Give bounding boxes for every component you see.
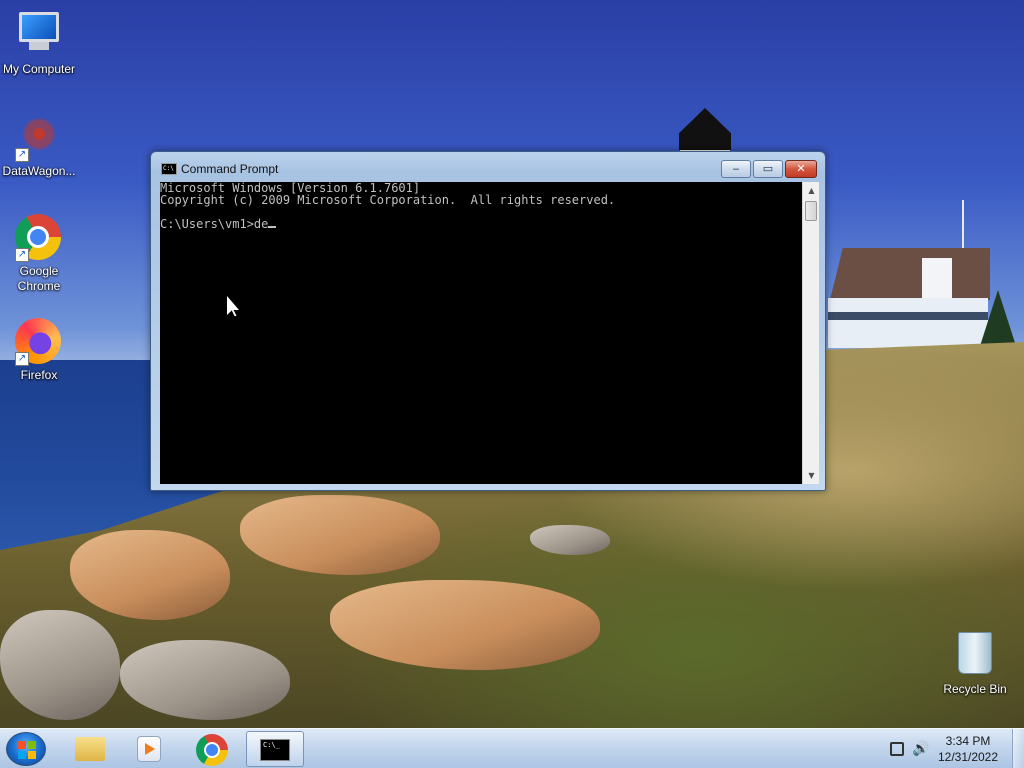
windows-logo-icon — [18, 741, 36, 759]
desktop[interactable]: My Computer ↗ DataWagon... ↗ Google Chro… — [0, 0, 1024, 728]
wallpaper-house-dormer — [922, 258, 952, 298]
desktop-icon-label: DataWagon... — [2, 164, 76, 178]
show-desktop-button[interactable] — [1012, 729, 1024, 768]
shortcut-arrow-icon: ↗ — [15, 248, 29, 262]
vertical-scrollbar[interactable]: ▲ ▼ — [802, 182, 819, 484]
command-prompt-icon: C:\_ — [260, 739, 290, 761]
clock-date: 12/31/2022 — [937, 750, 999, 764]
taskbar-button-media-player[interactable] — [120, 731, 178, 767]
wallpaper-house — [828, 298, 988, 348]
scroll-down-icon[interactable]: ▼ — [803, 467, 820, 484]
datawagon-icon: ↗ — [15, 114, 63, 162]
clock-time: 3:34 PM — [945, 734, 991, 748]
taskbar-button-command-prompt[interactable]: C:\_ — [246, 731, 304, 767]
firefox-icon: ↗ — [15, 318, 63, 366]
start-button[interactable] — [6, 732, 46, 766]
console-line: Copyright (c) 2009 Microsoft Corporation… — [160, 193, 616, 207]
taskbar: C:\_ 🔊 3:34 PM 12/31/2022 — [0, 728, 1024, 768]
chrome-icon — [196, 734, 228, 766]
console-text: Microsoft Windows [Version 6.1.7601] Cop… — [160, 182, 615, 230]
close-icon: ✕ — [796, 162, 806, 175]
command-prompt-window[interactable]: C:\ Command Prompt ‒ ▭ ✕ Microsoft Windo… — [150, 151, 826, 491]
console-output[interactable]: Microsoft Windows [Version 6.1.7601] Cop… — [160, 182, 802, 484]
desktop-icon-firefox[interactable]: ↗ Firefox — [1, 318, 77, 383]
shortcut-arrow-icon: ↗ — [15, 148, 29, 162]
wallpaper-lighthouse-lantern — [679, 108, 731, 150]
taskbar-clock[interactable]: 3:34 PM 12/31/2022 — [932, 733, 1004, 765]
desktop-icon-google-chrome[interactable]: ↗ Google Chrome — [1, 214, 77, 294]
desktop-icon-datawagon[interactable]: ↗ DataWagon... — [1, 110, 77, 179]
minimize-button[interactable]: ‒ — [721, 160, 751, 178]
wallpaper-house-roof — [830, 248, 990, 300]
desktop-icon-label: Firefox — [20, 368, 58, 382]
windows-explorer-icon — [75, 737, 105, 761]
notification-area: 🔊 3:34 PM 12/31/2022 — [884, 729, 1024, 768]
desktop-icon-my-computer[interactable]: My Computer — [1, 6, 77, 77]
recycle-bin-icon — [951, 632, 999, 680]
chrome-icon: ↗ — [15, 214, 63, 262]
shortcut-arrow-icon: ↗ — [15, 352, 29, 366]
command-prompt-icon: C:\ — [161, 163, 177, 175]
taskbar-button-windows-explorer[interactable] — [60, 731, 118, 767]
desktop-icon-label: Recycle Bin — [943, 682, 1007, 696]
text-cursor — [268, 226, 277, 228]
computer-icon — [15, 12, 63, 60]
window-titlebar[interactable]: C:\ Command Prompt ‒ ▭ ✕ — [151, 152, 825, 182]
desktop-icon-recycle-bin[interactable]: Recycle Bin — [937, 630, 1013, 697]
desktop-icon-label: Google Chrome — [17, 264, 61, 293]
desktop-icon-label: My Computer — [2, 62, 76, 76]
scrollbar-thumb[interactable] — [805, 201, 817, 221]
volume-icon[interactable]: 🔊 — [912, 741, 929, 757]
close-button[interactable]: ✕ — [785, 160, 817, 178]
maximize-button[interactable]: ▭ — [753, 160, 783, 178]
console-prompt-line: C:\Users\vm1>de — [160, 217, 269, 231]
taskbar-button-chrome[interactable] — [183, 731, 241, 767]
maximize-icon: ▭ — [762, 162, 774, 175]
network-icon[interactable] — [890, 742, 904, 756]
minimize-icon: ‒ — [732, 162, 740, 175]
media-player-icon — [137, 736, 161, 762]
window-title: Command Prompt — [181, 162, 279, 176]
caption-buttons: ‒ ▭ ✕ — [719, 160, 817, 178]
scroll-up-icon[interactable]: ▲ — [803, 182, 820, 199]
wallpaper-house-trim — [828, 312, 988, 320]
